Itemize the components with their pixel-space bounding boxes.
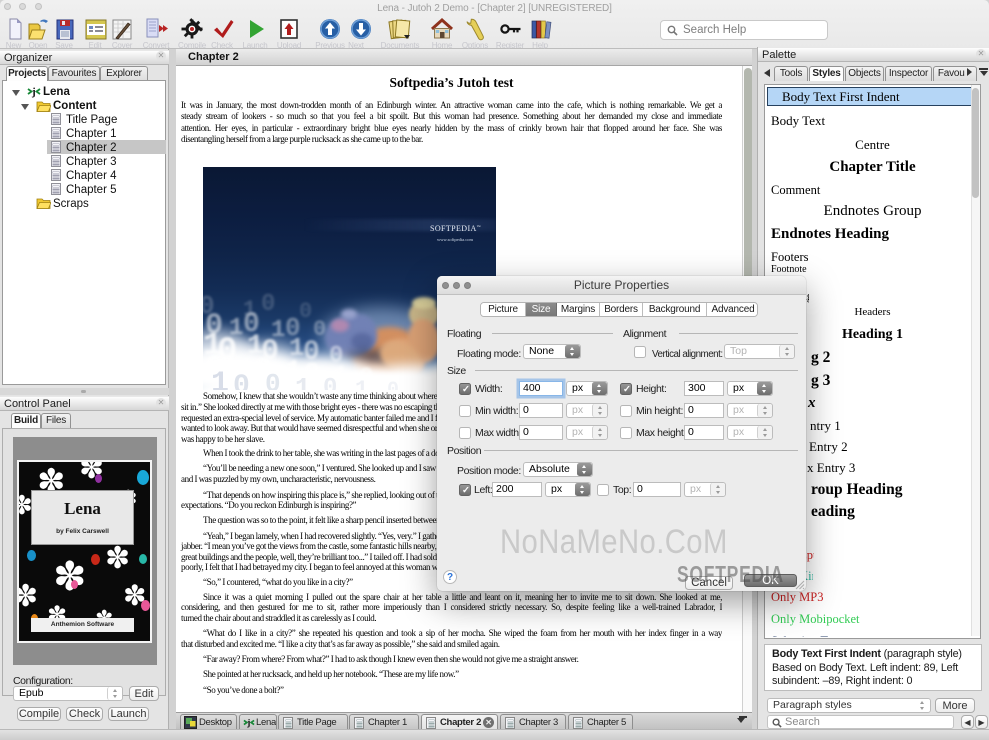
svg-text:j: j: [246, 718, 250, 728]
svg-text:j: j: [31, 86, 36, 98]
